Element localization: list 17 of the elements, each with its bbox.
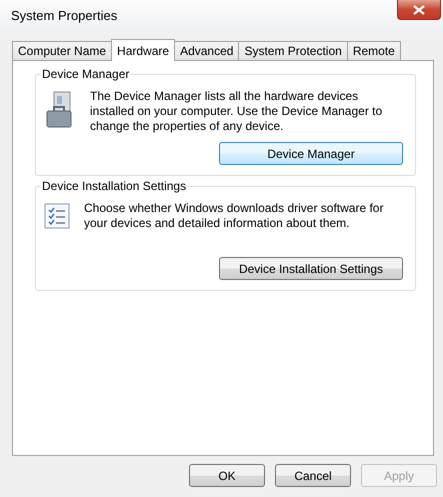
tab[interactable]: System Protection xyxy=(238,41,348,60)
tab[interactable]: Remote xyxy=(346,41,401,60)
action-button[interactable]: Device Installation Settings xyxy=(219,257,403,280)
tab[interactable]: Advanced xyxy=(174,41,240,60)
tab[interactable]: Hardware xyxy=(111,39,176,61)
close-icon xyxy=(413,4,425,14)
close-button[interactable] xyxy=(397,0,441,20)
group-title: Device Manager xyxy=(40,67,132,81)
description-text: Choose whether Windows downloads driver software for your devices and detailed information about them. xyxy=(84,201,384,231)
description-text: The Device Manager lists all the hardware devices installed on your computer. Use the Device Manager to change the properties of any device. xyxy=(90,89,384,134)
window-title: System Properties xyxy=(11,8,118,23)
checklist-icon xyxy=(44,203,70,229)
dialog-button[interactable]: OK xyxy=(189,464,265,487)
group-title: Device Installation Settings xyxy=(40,179,188,193)
action-button[interactable]: Device Manager xyxy=(219,142,403,165)
tab[interactable]: Computer Name xyxy=(12,41,112,60)
dialog-button[interactable]: Cancel xyxy=(275,464,351,487)
